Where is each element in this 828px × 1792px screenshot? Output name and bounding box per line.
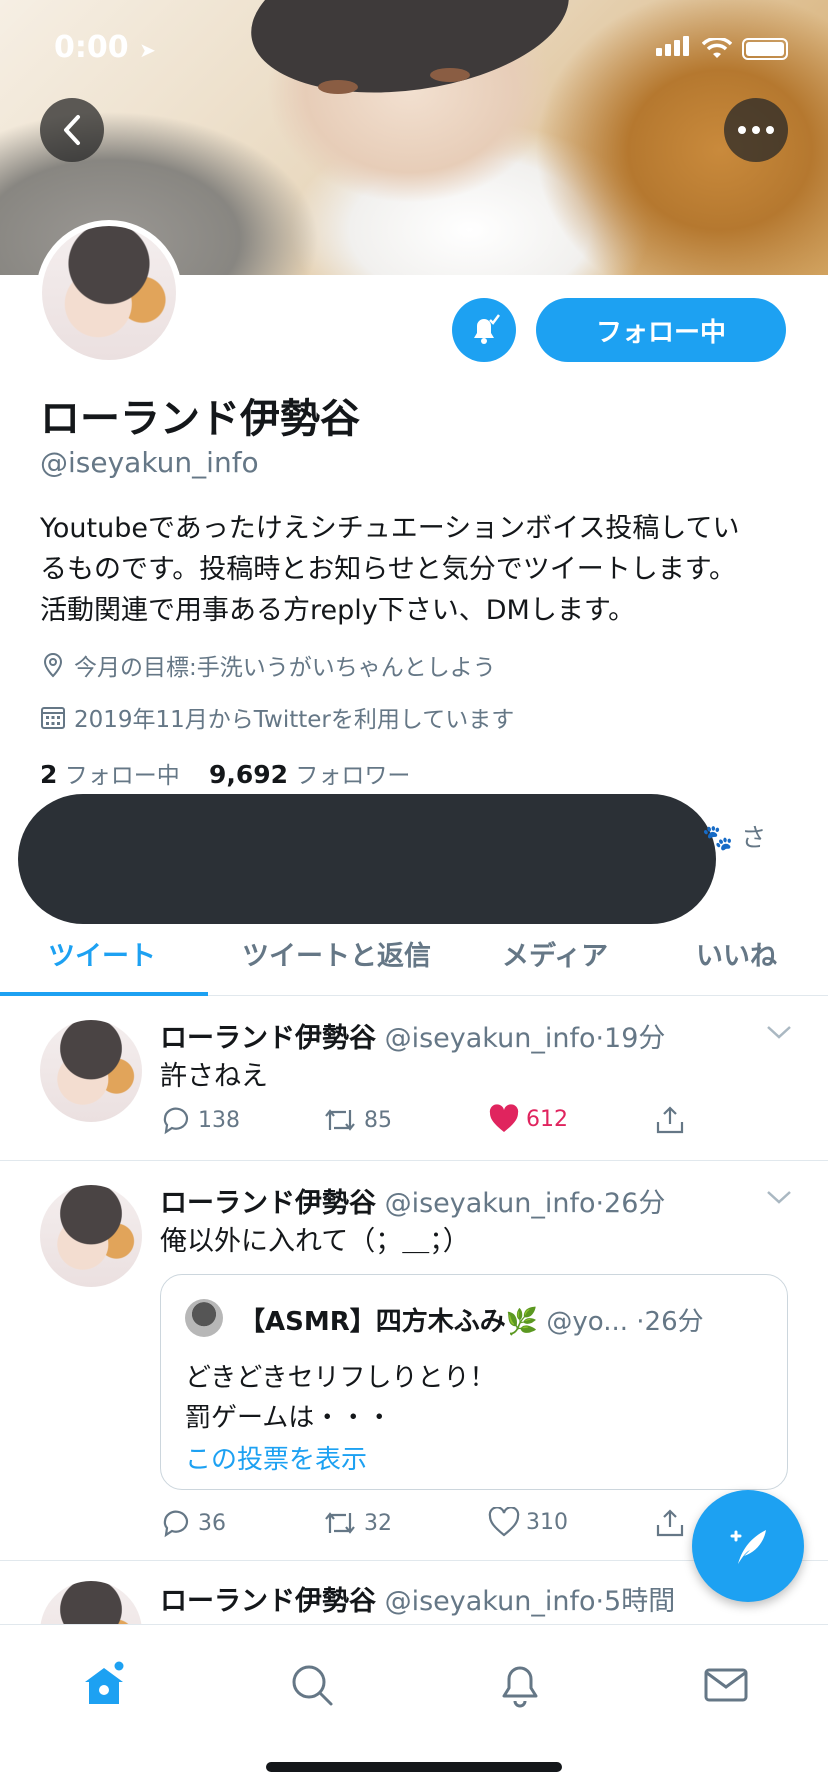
location-arrow-icon: ➤	[139, 38, 156, 62]
more-dots-icon	[738, 126, 774, 134]
reply-icon	[163, 1510, 189, 1538]
bell-check-icon	[474, 314, 500, 344]
tweet-header: ローランド伊勢谷 @iseyakun_info·5時間	[160, 1586, 676, 1617]
profile-avatar[interactable]	[36, 220, 182, 366]
quoted-text-line: どきどきセリフしりとり！	[185, 1363, 496, 1393]
following-button[interactable]: フォロー中	[536, 298, 786, 362]
heart-filled-icon	[489, 1104, 519, 1132]
profile-joined: 2019年11月からTwitterを利用しています	[40, 700, 514, 734]
chevron-down-icon[interactable]	[766, 1018, 792, 1046]
profile-name: ローランド伊勢谷	[40, 396, 360, 442]
share-button[interactable]	[654, 1104, 686, 1136]
reply-button[interactable]: 138	[160, 1104, 240, 1136]
chevron-down-icon[interactable]	[766, 1183, 792, 1211]
reply-button[interactable]: 36	[160, 1507, 226, 1539]
wifi-icon	[702, 38, 732, 58]
home-icon	[85, 1661, 124, 1704]
share-button[interactable]	[654, 1507, 686, 1539]
more-button[interactable]	[724, 98, 788, 162]
heart-icon	[488, 1507, 520, 1537]
follow-counts: 2 フォロー中 9,692 フォロワー	[40, 756, 410, 790]
signal-icon	[656, 36, 692, 60]
back-button[interactable]	[40, 98, 104, 162]
tab-media[interactable]: メディア	[502, 934, 608, 973]
redaction-overlay	[18, 794, 716, 924]
tab-likes[interactable]: いいね	[696, 934, 777, 973]
paw-icon: 🐾	[702, 823, 734, 852]
battery-icon	[742, 38, 788, 60]
quoted-text-line: 罰ゲームは・・・	[185, 1403, 393, 1433]
banner-eye-right	[430, 68, 470, 82]
reply-icon	[163, 1107, 189, 1135]
tweet-text: 俺以外に入れて（；＿；）	[160, 1226, 470, 1257]
compose-feather-icon	[730, 1530, 766, 1564]
status-time: 0:00 ➤	[54, 30, 156, 65]
home-tab[interactable]	[74, 1655, 134, 1715]
view-poll-link[interactable]: この投票を表示	[185, 1439, 367, 1476]
location-pin-icon	[43, 652, 63, 678]
bio-line: Youtubeであったけえシチュエーションボイス投稿してい	[40, 513, 740, 544]
compose-tweet-button[interactable]	[692, 1490, 804, 1602]
tweet-item[interactable]: ローランド伊勢谷 @iseyakun_info·19分 許さねえ 138 85 …	[0, 996, 828, 1161]
profile-bio: Youtubeであったけえシチュエーションボイス投稿してい るものです。投稿時と…	[40, 508, 790, 631]
like-button[interactable]: 612	[488, 1104, 568, 1134]
mail-icon	[704, 1668, 748, 1702]
banner-hair	[241, 0, 579, 112]
bio-line: るものです。投稿時とお知らせと気分でツイートします。	[40, 554, 737, 585]
status-icons	[656, 36, 788, 60]
retweet-icon	[325, 1109, 355, 1131]
tweet-header: ローランド伊勢谷 @iseyakun_info·26分	[160, 1188, 666, 1219]
quoted-header: 【ASMR】四方木ふみ🌿 @yo... ·26分	[239, 1307, 704, 1337]
home-indicator	[266, 1762, 562, 1772]
quoted-avatar	[185, 1299, 223, 1337]
like-button[interactable]: 310	[488, 1507, 568, 1537]
tweet-actions: 138 85 612	[160, 1104, 720, 1144]
quoted-tweet-card[interactable]: 【ASMR】四方木ふみ🌿 @yo... ·26分 どきどきセリフしりとり！ 罰ゲ…	[160, 1274, 788, 1490]
notifications-tab[interactable]	[490, 1655, 550, 1715]
bio-line: 活動関連で用事ある方reply下さい、DMします。	[40, 595, 636, 626]
bell-icon	[502, 1666, 538, 1708]
tweet-avatar[interactable]	[40, 1185, 142, 1287]
paw-text: 🐾 さ	[702, 823, 767, 852]
tweet-text: 許さねえ	[160, 1061, 268, 1092]
search-icon	[292, 1665, 333, 1706]
tab-tweets[interactable]: ツイート	[48, 934, 156, 973]
tweet-avatar[interactable]	[40, 1020, 142, 1122]
tweet-actions: 36 32 310	[160, 1507, 720, 1547]
messages-tab[interactable]	[696, 1655, 756, 1715]
profile-location: 今月の目標:手洗いうがいちゃんとしよう	[40, 648, 496, 682]
retweet-button[interactable]: 32	[322, 1507, 392, 1539]
followers-count-link[interactable]: 9,692 フォロワー	[209, 760, 410, 789]
following-count-link[interactable]: 2 フォロー中	[40, 760, 180, 789]
tweet-header: ローランド伊勢谷 @iseyakun_info·19分	[160, 1023, 666, 1054]
retweet-icon	[325, 1512, 355, 1534]
retweet-button[interactable]: 85	[322, 1104, 392, 1136]
share-icon	[656, 1106, 684, 1134]
profile-handle: @iseyakun_info	[40, 446, 259, 479]
tab-tweets-and-replies[interactable]: ツイートと返信	[242, 934, 431, 973]
calendar-icon	[41, 707, 65, 729]
profile-tabs: ツイート ツイートと返信 メディア いいね	[0, 926, 828, 996]
share-icon	[656, 1509, 684, 1537]
notification-bell-button[interactable]	[452, 298, 516, 362]
banner-eye-left	[318, 80, 358, 94]
back-chevron-icon	[64, 115, 80, 145]
search-tab[interactable]	[282, 1655, 342, 1715]
